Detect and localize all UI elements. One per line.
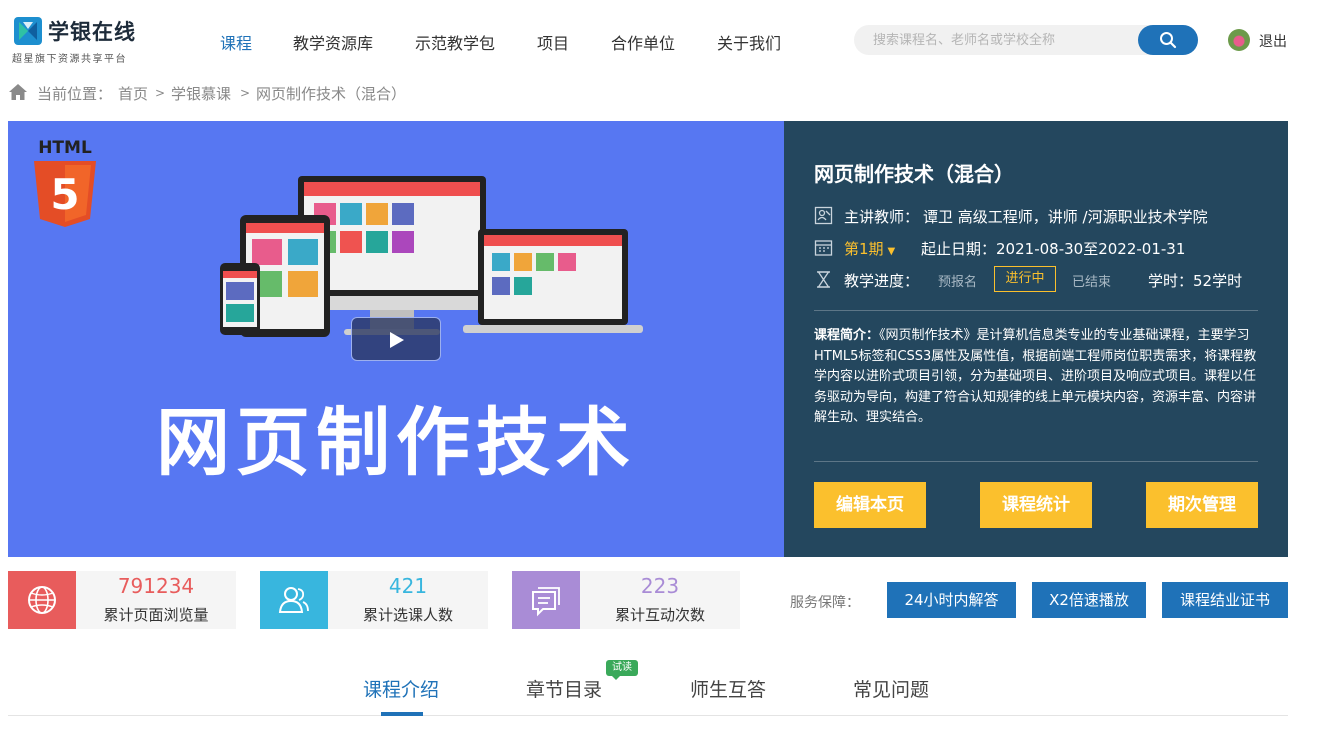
teacher-label: 主讲教师：: [844, 208, 920, 226]
stat-enrollments: 421 累计选课人数: [260, 571, 488, 629]
globe-icon: [28, 586, 56, 614]
date-value: 2021-08-30至2022-01-31: [996, 240, 1186, 258]
progress-step-current: 进行中: [994, 266, 1056, 292]
teacher-value: 谭卫 高级工程师，讲师 /河源职业技术学院: [923, 208, 1208, 226]
chat-icon: [532, 587, 560, 617]
user-avatar[interactable]: [1228, 29, 1250, 51]
calendar-icon: [814, 240, 833, 256]
breadcrumb-separator: >: [240, 86, 251, 100]
brand-name: 学银在线: [48, 20, 136, 44]
service-label: 服务保障：: [790, 595, 860, 611]
term-management-button[interactable]: 期次管理: [1146, 482, 1258, 528]
search-input[interactable]: [854, 25, 1138, 55]
edit-page-button[interactable]: 编辑本页: [814, 482, 926, 528]
active-tab-indicator: [381, 712, 423, 716]
nav-item-resource-library[interactable]: 教学资源库: [293, 30, 373, 54]
breadcrumb-separator: >: [155, 86, 166, 100]
panel-divider: [814, 461, 1258, 462]
nav-item-partners[interactable]: 合作单位: [611, 30, 675, 54]
home-icon: [9, 84, 27, 100]
stat-label: 累计互动次数: [614, 606, 705, 624]
intro-label: 课程简介：: [814, 328, 880, 343]
nav-item-projects[interactable]: 项目: [537, 30, 569, 54]
nav-item-courses[interactable]: 课程: [220, 30, 252, 54]
term-selector[interactable]: 第1期 ▼: [844, 238, 895, 259]
search-button[interactable]: [1138, 25, 1198, 55]
video-play-button[interactable]: [351, 317, 441, 361]
stat-value: 791234: [117, 574, 195, 598]
term-value: 第1期: [844, 240, 884, 258]
breadcrumb-prefix: 当前位置：: [37, 85, 113, 103]
stat-interactions: 223 累计互动次数: [512, 571, 740, 629]
tab-chapters[interactable]: 章节目录: [526, 675, 602, 702]
search-icon: [1160, 32, 1177, 49]
site-logo[interactable]: 学银在线 超星旗下资源共享平台: [12, 14, 142, 66]
course-title: 网页制作技术（混合）: [814, 162, 1014, 186]
certificate-button[interactable]: 课程结业证书: [1162, 582, 1288, 618]
breadcrumb-mooc[interactable]: 学银慕课: [171, 83, 231, 104]
stat-value: 223: [640, 574, 680, 598]
teacher-icon: [814, 206, 833, 225]
users-icon: [278, 587, 309, 613]
double-speed-button[interactable]: X2倍速播放: [1032, 582, 1146, 618]
panel-divider: [814, 310, 1258, 311]
tabs-divider: [8, 715, 1288, 716]
tab-qa[interactable]: 师生互答: [690, 675, 766, 702]
nav-item-about[interactable]: 关于我们: [717, 30, 781, 54]
date-label: 起止日期：: [921, 240, 997, 258]
stat-icon-box: [512, 571, 580, 629]
progress-label: 教学进度：: [844, 272, 920, 290]
progress-step-pre-enroll: 预报名: [938, 275, 978, 290]
trial-badge: 试读: [606, 660, 638, 680]
tab-faq[interactable]: 常见问题: [853, 675, 929, 702]
progress-step-ended: 已结束: [1072, 275, 1112, 290]
course-page: 学银在线 超星旗下资源共享平台 课程 教学资源库 示范教学包 项目 合作单位 关…: [0, 0, 1326, 746]
brand-tagline: 超星旗下资源共享平台: [12, 54, 127, 65]
date-range: 起止日期：2021-08-30至2022-01-31: [921, 238, 1185, 259]
search-bar: [854, 25, 1198, 55]
banner-title: 网页制作技术: [156, 400, 636, 486]
course-banner: HTML 5 网页制作技术: [8, 121, 784, 557]
logo-mark-icon: [14, 17, 42, 45]
course-stats-button[interactable]: 课程统计: [980, 482, 1092, 528]
stat-label: 累计选课人数: [362, 606, 453, 624]
hourglass-icon: [817, 271, 830, 288]
stat-icon-box: [8, 571, 76, 629]
stat-value: 421: [388, 574, 428, 598]
course-intro: 课程简介：《网页制作技术》是计算机信息类专业的专业基础课程，主要学习HTML5标…: [814, 326, 1260, 429]
support-24h-button[interactable]: 24小时内解答: [887, 582, 1016, 618]
course-hours: 学时：52学时: [1148, 272, 1243, 290]
course-info-panel: 网页制作技术（混合） 主讲教师： 谭卫 高级工程师，讲师 /河源职业技术学院 第…: [784, 121, 1288, 557]
intro-text: 《网页制作技术》是计算机信息类专业的专业基础课程，主要学习HTML5标签和CSS…: [814, 328, 1257, 425]
stat-icon-box: [260, 571, 328, 629]
stat-label: 累计页面浏览量: [103, 606, 209, 624]
nav-item-teaching-packages[interactable]: 示范教学包: [415, 30, 495, 54]
logout-link[interactable]: 退出: [1259, 31, 1287, 51]
breadcrumb-home[interactable]: 首页: [118, 83, 148, 104]
play-icon: [390, 332, 404, 348]
stat-page-views: 791234 累计页面浏览量: [8, 571, 236, 629]
breadcrumb-current: 网页制作技术（混合）: [256, 85, 407, 103]
tab-course-intro[interactable]: 课程介绍: [363, 675, 439, 702]
caret-down-icon: ▼: [887, 246, 896, 257]
